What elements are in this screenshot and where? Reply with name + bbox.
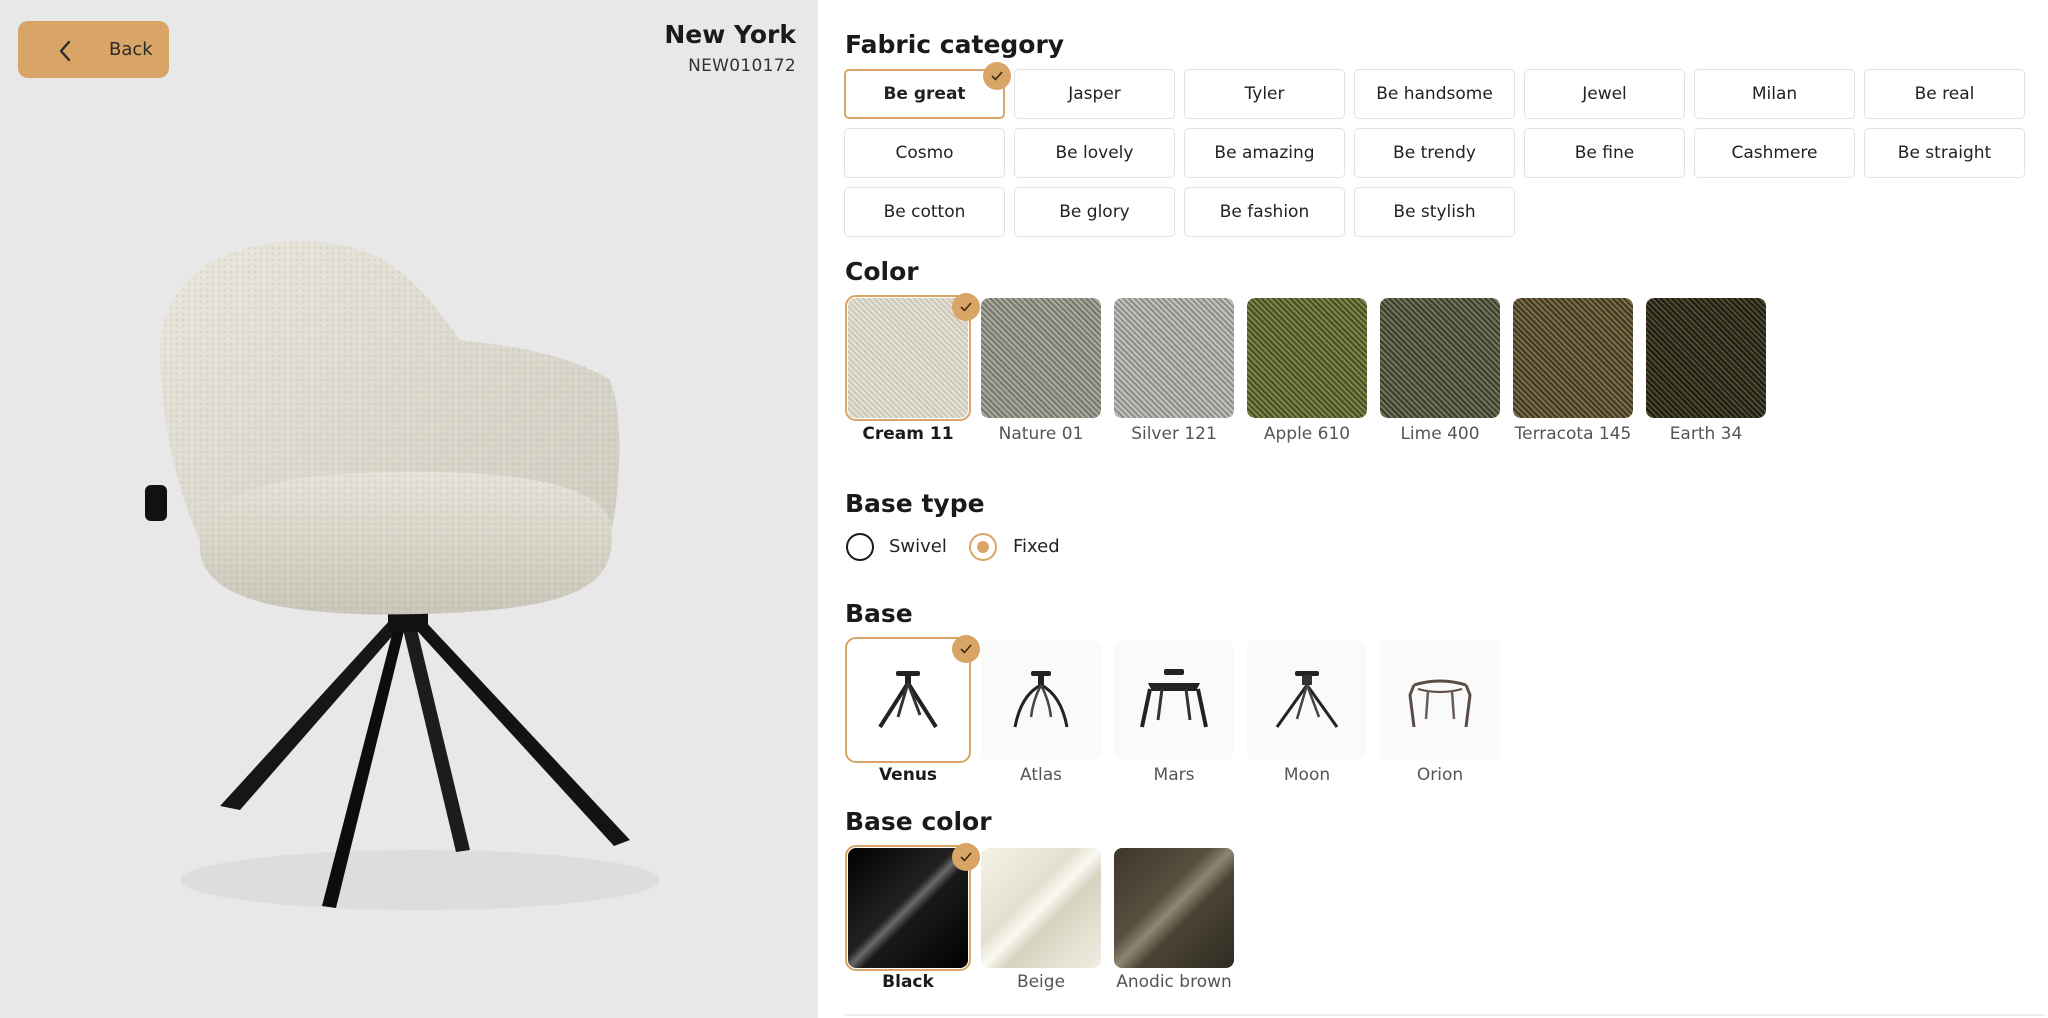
fabric-option-label: Be fashion [1219,202,1310,222]
base-color-title: Base color [845,807,992,836]
color-label: Apple 610 [1263,424,1351,444]
fabric-option-jewel[interactable]: Jewel [1524,69,1685,119]
color-swatch-silver-121[interactable] [1114,298,1234,418]
fabric-option-be-lovely[interactable]: Be lovely [1014,128,1175,178]
check-icon [952,293,980,321]
fabric-option-label: Be real [1914,84,1975,104]
fabric-option-label: Tyler [1244,84,1285,104]
base-label: Venus [878,765,938,785]
fabric-option-label: Be trendy [1393,143,1476,163]
radio-fixed[interactable] [969,533,997,561]
fabric-option-label: Be amazing [1214,143,1315,163]
fabric-option-jasper[interactable]: Jasper [1014,69,1175,119]
fabric-option-label: Be straight [1897,143,1992,163]
fabric-option-be-fashion[interactable]: Be fashion [1184,187,1345,237]
base-label: Mars [1153,765,1195,785]
base-color-swatch-black[interactable] [845,845,971,971]
color-swatch-cream-11[interactable] [845,295,971,421]
mars-base-icon [1140,669,1208,728]
base-color-label: Anodic brown [1116,972,1232,992]
color-label: Nature 01 [998,424,1084,444]
fabric-option-be-handsome[interactable]: Be handsome [1354,69,1515,119]
check-icon [983,62,1011,90]
check-icon [952,635,980,663]
base-label: Moon [1283,765,1331,785]
product-code: NEW010172 [688,56,796,76]
base-option-orion[interactable] [1380,640,1500,760]
fabric-option-be-amazing[interactable]: Be amazing [1184,128,1345,178]
base-option-atlas[interactable] [981,640,1101,760]
base-label: Orion [1416,765,1464,785]
color-swatch-terracota-145[interactable] [1513,298,1633,418]
color-label: Lime 400 [1400,424,1480,444]
product-preview-panel: Back New York NEW010172 [0,0,818,1018]
fabric-option-be-great[interactable]: Be great [844,69,1005,119]
fabric-option-label: Jewel [1582,84,1627,104]
base-color-swatch-beige[interactable] [981,848,1101,968]
color-label: Earth 34 [1669,424,1743,444]
fabric-option-label: Be great [883,84,966,104]
color-label: Silver 121 [1131,424,1217,444]
base-option-venus[interactable] [845,637,971,763]
radio-swivel[interactable] [846,533,874,561]
fabric-option-label: Be fine [1574,143,1635,163]
fabric-option-be-real[interactable]: Be real [1864,69,2025,119]
back-button[interactable]: Back [18,21,169,78]
atlas-base-icon [1013,671,1069,728]
base-option-mars[interactable] [1114,640,1234,760]
fabric-option-be-trendy[interactable]: Be trendy [1354,128,1515,178]
fabric-option-label: Milan [1751,84,1798,104]
color-title: Color [845,257,919,286]
fabric-option-label: Be glory [1059,202,1130,222]
configurator-panel: Fabric category Be great Jasper Tyler Be… [818,0,2048,1018]
fabric-option-label: Be cotton [883,202,966,222]
fabric-option-label: Be stylish [1393,202,1476,222]
radio-label-fixed: Fixed [1013,536,1060,557]
color-swatch-apple-610[interactable] [1247,298,1367,418]
fabric-option-be-stylish[interactable]: Be stylish [1354,187,1515,237]
fabric-option-cosmo[interactable]: Cosmo [844,128,1005,178]
orion-base-icon [1408,679,1472,728]
back-button-label: Back [109,39,153,60]
radio-label-swivel: Swivel [889,536,947,557]
base-color-label: Black [882,972,934,992]
chevron-left-icon [58,40,72,66]
fabric-option-milan[interactable]: Milan [1694,69,1855,119]
color-swatch-earth-34[interactable] [1646,298,1766,418]
fabric-option-tyler[interactable]: Tyler [1184,69,1345,119]
base-title: Base [845,599,913,628]
fabric-option-be-fine[interactable]: Be fine [1524,128,1685,178]
base-color-label: Beige [1016,972,1066,992]
fabric-option-cashmere[interactable]: Cashmere [1694,128,1855,178]
fabric-category-title: Fabric category [845,30,1065,59]
section-divider [845,1014,2045,1016]
fabric-option-label: Cosmo [895,143,954,163]
color-label: Terracota 145 [1514,424,1632,444]
fabric-option-be-glory[interactable]: Be glory [1014,187,1175,237]
fabric-option-label: Be handsome [1376,84,1493,104]
fabric-option-label: Cashmere [1731,143,1818,163]
product-title: New York [664,20,796,49]
fabric-option-label: Jasper [1068,84,1121,104]
base-option-moon[interactable] [1247,640,1367,760]
moon-base-icon [1275,671,1339,728]
color-label: Cream 11 [862,424,954,444]
fabric-option-be-cotton[interactable]: Be cotton [844,187,1005,237]
fabric-option-label: Be lovely [1055,143,1134,163]
base-color-swatch-anodic-brown[interactable] [1114,848,1234,968]
fabric-option-be-straight[interactable]: Be straight [1864,128,2025,178]
chair-image [145,241,660,910]
color-swatch-lime-400[interactable] [1380,298,1500,418]
check-icon [952,843,980,871]
base-label: Atlas [1020,765,1062,785]
base-type-title: Base type [845,489,985,518]
color-swatch-nature-01[interactable] [981,298,1101,418]
venus-base-icon [878,671,938,729]
